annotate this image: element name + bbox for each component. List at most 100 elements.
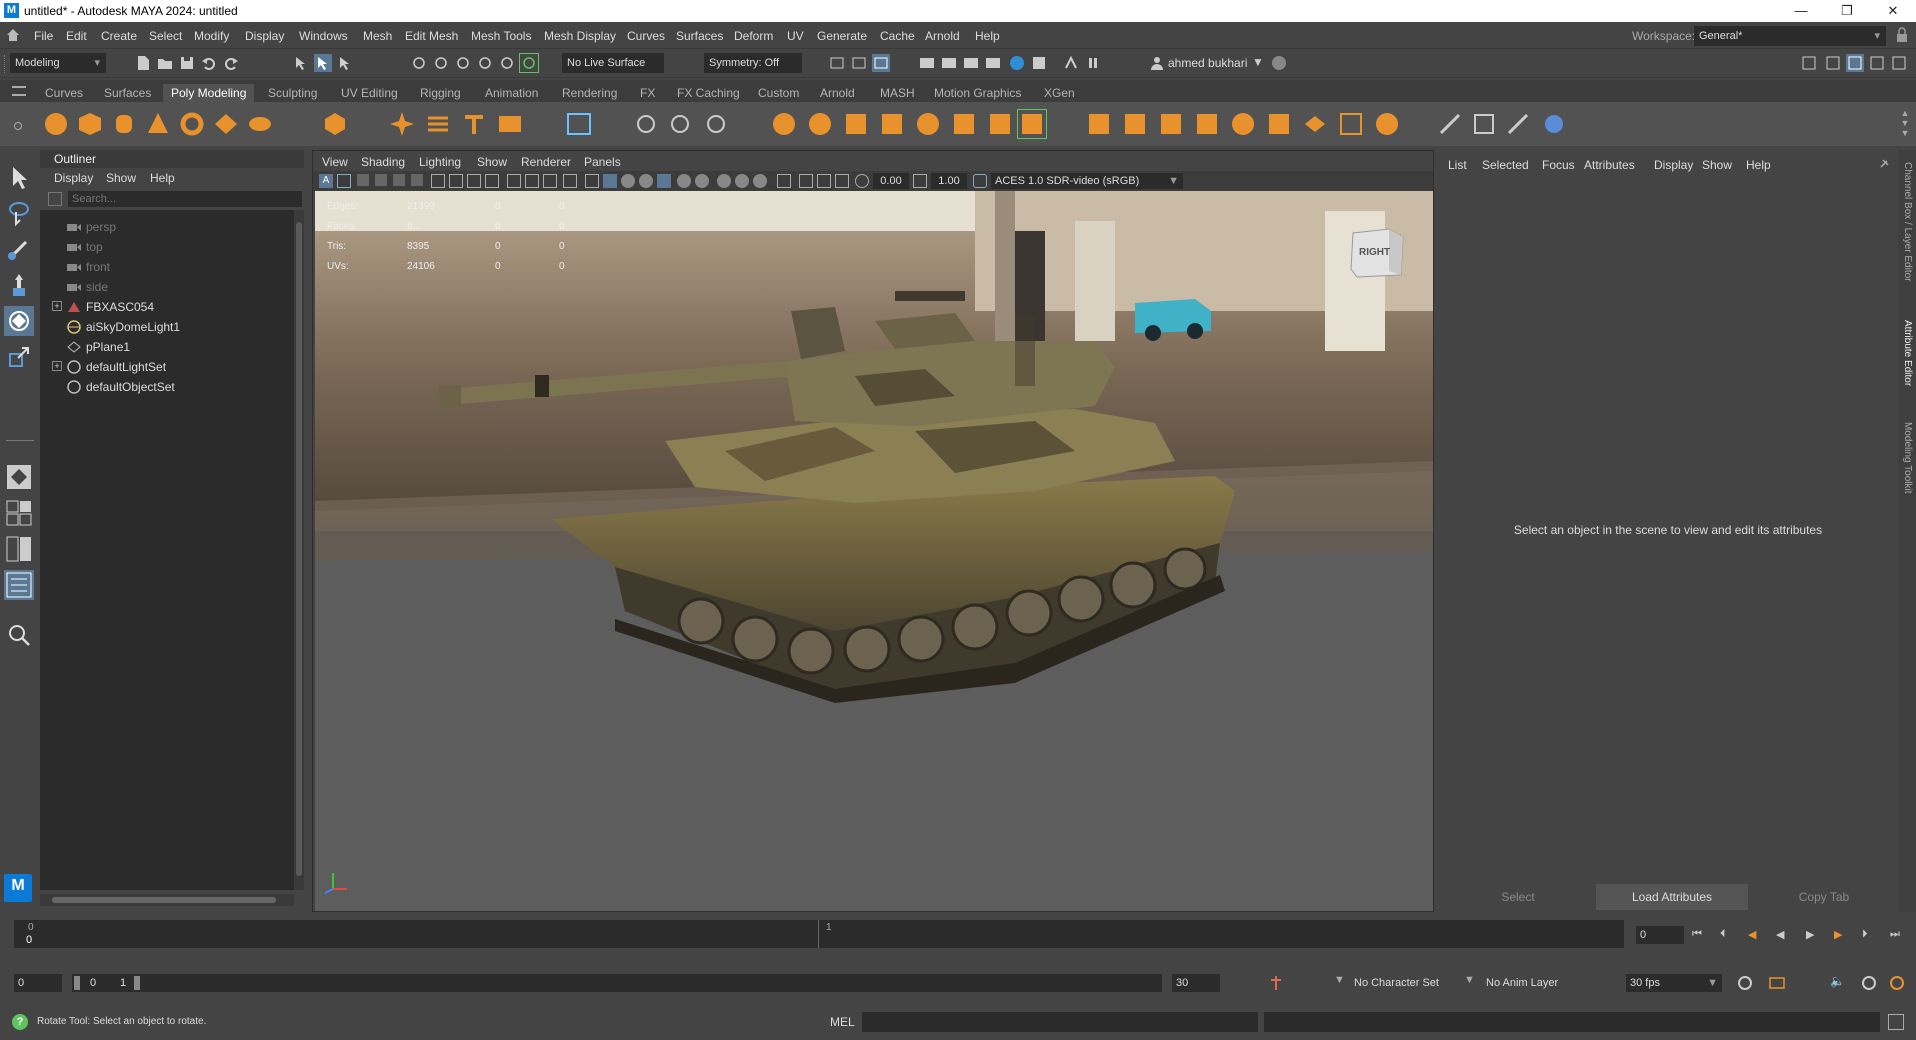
step-forward-key-icon[interactable]: ⏵	[1862, 928, 1878, 942]
conform-icon[interactable]	[1337, 110, 1365, 138]
xray-joints-icon[interactable]	[817, 174, 831, 188]
viewport-3d-scene[interactable]	[315, 191, 1433, 911]
play-forward-icon[interactable]: ▶	[1806, 928, 1822, 942]
render-settings-icon[interactable]	[984, 54, 1002, 72]
side-tab-modeling-toolkit[interactable]: Modeling Toolkit	[1902, 422, 1913, 494]
isolate-select-icon[interactable]	[777, 174, 791, 188]
svg-tool-icon[interactable]	[496, 110, 524, 138]
sweep-mesh-icon[interactable]	[424, 110, 452, 138]
select-component-icon[interactable]	[336, 54, 354, 72]
menu-help[interactable]: Help	[975, 29, 1000, 43]
menu-file[interactable]: File	[34, 29, 53, 43]
shelf-tab-custom[interactable]: Custom	[750, 84, 807, 102]
user-name[interactable]: ahmed bukhari	[1168, 56, 1247, 70]
exposure-field[interactable]: 0.00	[873, 173, 909, 189]
outliner-menu-show[interactable]: Show	[106, 171, 136, 185]
shelf-tab-uv-editing[interactable]: UV Editing	[333, 84, 406, 102]
step-back-key-icon[interactable]: ⏴	[1720, 928, 1736, 942]
rotate-tool-icon[interactable]	[4, 306, 34, 336]
menu-mesh-display[interactable]: Mesh Display	[544, 29, 616, 43]
shelf-settings-icon[interactable]	[14, 122, 22, 130]
boolean-union-icon[interactable]	[770, 110, 798, 138]
super-shape-icon[interactable]	[388, 110, 416, 138]
append-polygon-icon[interactable]	[1121, 110, 1149, 138]
quad-draw-icon[interactable]	[1229, 110, 1257, 138]
cache-playback-icon[interactable]	[1768, 974, 1786, 992]
smooth-shade-icon[interactable]	[603, 174, 617, 188]
character-set-label[interactable]: No Character Set	[1354, 977, 1439, 989]
pin-icon[interactable]	[1878, 158, 1890, 170]
safe-title-icon[interactable]	[543, 174, 557, 188]
gamma-icon[interactable]	[913, 174, 927, 188]
four-view-layout-icon[interactable]	[4, 498, 34, 528]
paint-select-tool-icon[interactable]	[4, 234, 34, 264]
default-material-icon[interactable]	[621, 174, 635, 188]
symmetry-dropdown[interactable]: Symmetry: Off	[704, 53, 802, 73]
construction-history-icon[interactable]	[872, 54, 890, 72]
outliner-item-front[interactable]: front	[66, 258, 286, 276]
shelf-tab-xgen[interactable]: XGen	[1036, 84, 1083, 102]
flatten-icon[interactable]	[1301, 110, 1329, 138]
image-plane-icon[interactable]	[375, 174, 387, 186]
expand-icon[interactable]: +	[52, 361, 62, 371]
snap-view-icon[interactable]	[476, 54, 494, 72]
render-view-icon[interactable]	[918, 54, 936, 72]
range-slider-track[interactable]: 0 1	[72, 974, 1162, 992]
anim-layer-dropdown-arrow-icon[interactable]: ▼	[1464, 974, 1478, 992]
menu-deform[interactable]: Deform	[734, 29, 773, 43]
attr-menu-focus[interactable]: Focus	[1542, 158, 1575, 172]
viewport-menu-lighting[interactable]: Lighting	[419, 155, 461, 169]
menu-arnold[interactable]: Arnold	[925, 29, 960, 43]
outliner-menu-display[interactable]: Display	[54, 171, 93, 185]
grip-handle[interactable]	[4, 55, 8, 73]
layout-icon-4[interactable]	[1868, 54, 1886, 72]
anim-layer-label[interactable]: No Anim Layer	[1486, 977, 1558, 989]
attr-menu-help[interactable]: Help	[1746, 158, 1771, 172]
go-to-end-icon[interactable]: ⏭	[1890, 928, 1906, 942]
home-icon[interactable]	[5, 27, 21, 43]
two-d-pan-icon[interactable]	[393, 174, 405, 186]
current-frame-field[interactable]	[1636, 926, 1684, 944]
outliner-layout-icon[interactable]	[4, 570, 34, 600]
select-camera-icon[interactable]: A	[319, 174, 333, 188]
menu-create[interactable]: Create	[101, 29, 137, 43]
field-chart-icon[interactable]	[507, 174, 521, 188]
move-tool-icon[interactable]	[4, 270, 34, 300]
menu-mesh[interactable]: Mesh	[363, 29, 392, 43]
shelf-tab-animation[interactable]: Animation	[477, 84, 546, 102]
gate-mask-icon[interactable]	[485, 174, 499, 188]
bookmarks-icon[interactable]	[357, 174, 369, 186]
user-dropdown-arrow-icon[interactable]: ▼	[1252, 55, 1264, 69]
shelf-tab-rendering[interactable]: Rendering	[554, 84, 625, 102]
safe-action-icon[interactable]	[525, 174, 539, 188]
shelf-tab-fx[interactable]: FX	[632, 84, 663, 102]
attr-menu-selected[interactable]: Selected	[1482, 158, 1529, 172]
viewport-menu-shading[interactable]: Shading	[361, 155, 405, 169]
wireframe-on-shaded-icon[interactable]	[639, 174, 653, 188]
backface-culling-icon[interactable]	[835, 174, 849, 188]
maximize-icon[interactable]: ❐	[1824, 0, 1870, 22]
gamma-field[interactable]: 1.00	[931, 173, 967, 189]
menu-edit-mesh[interactable]: Edit Mesh	[405, 29, 458, 43]
viewcube[interactable]: RIGHT	[1347, 225, 1405, 279]
next-key-icon[interactable]: ▶	[1834, 928, 1850, 942]
poly-torus-icon[interactable]	[178, 110, 206, 138]
layout-icon-3[interactable]	[1846, 54, 1864, 72]
attr-menu-attributes[interactable]: Attributes	[1584, 158, 1635, 172]
render-frame-icon[interactable]	[940, 54, 958, 72]
wireframe-icon[interactable]	[585, 174, 599, 188]
multi-cut-icon[interactable]	[986, 110, 1014, 138]
extrude-icon[interactable]	[878, 110, 906, 138]
menu-curves[interactable]: Curves	[627, 29, 665, 43]
lock-icon[interactable]	[1896, 27, 1908, 43]
outliner-item-side[interactable]: side	[66, 278, 286, 296]
xray-icon[interactable]	[799, 174, 813, 188]
outliner-vertical-scrollbar[interactable]	[294, 210, 304, 890]
expand-icon[interactable]: +	[52, 301, 62, 311]
layout-icon-1[interactable]	[1800, 54, 1818, 72]
new-scene-icon[interactable]	[134, 54, 152, 72]
color-management-icon[interactable]	[973, 174, 987, 188]
lattice-icon[interactable]	[1470, 110, 1498, 138]
shelf-tab-poly-modeling[interactable]: Poly Modeling	[163, 84, 255, 102]
slide-edge-icon[interactable]	[1265, 110, 1293, 138]
